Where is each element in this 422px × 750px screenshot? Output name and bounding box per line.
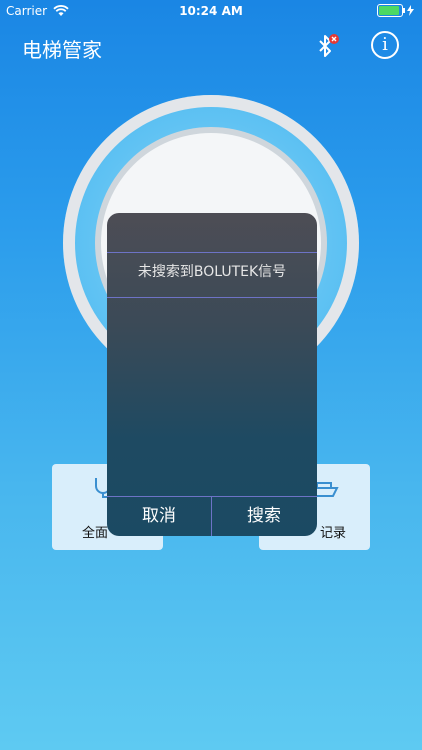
cancel-button[interactable]: 取消 (107, 497, 211, 535)
charging-icon (407, 5, 414, 16)
dialog-divider-middle (107, 297, 317, 298)
battery-icon (377, 4, 405, 17)
status-bar: Carrier 10:24 AM (0, 0, 422, 22)
info-button[interactable]: i (371, 31, 399, 59)
bluetooth-disconnected-icon[interactable] (313, 32, 343, 62)
dialog-message: 未搜索到BOLUTEK信号 (137, 264, 287, 280)
search-button[interactable]: 搜索 (212, 497, 316, 535)
alert-dialog: 未搜索到BOLUTEK信号 取消 搜索 (107, 213, 317, 536)
clock: 10:24 AM (179, 4, 243, 18)
dialog-divider-top (107, 252, 317, 253)
page-title: 电梯管家 (22, 38, 102, 62)
